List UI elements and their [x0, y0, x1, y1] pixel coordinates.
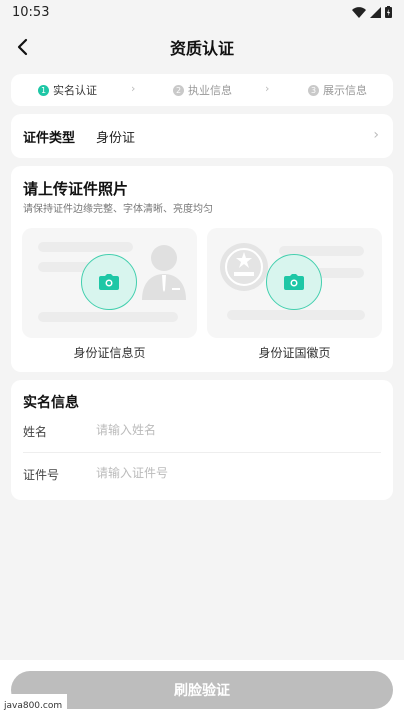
step-1-number: 1	[38, 84, 49, 96]
step-arrow-icon: ›	[131, 82, 136, 95]
step-3-label: 展示信息	[323, 84, 367, 97]
divider	[23, 452, 381, 453]
signal-icon	[370, 6, 381, 18]
id-front-upload[interactable]	[22, 228, 197, 338]
camera-icon	[99, 274, 119, 290]
upload-card: 请上传证件照片 请保持证件边缘完整、字体清晰、亮度均匀 身份证信息页 身份证国徽…	[11, 166, 393, 372]
doc-type-value: 身份证	[96, 130, 136, 146]
camera-button-back[interactable]	[266, 254, 322, 310]
step-3-number: 3	[308, 84, 319, 96]
person-silhouette-icon	[142, 245, 186, 300]
step-indicator: 1 实名认证 › 2 执业信息 › 3 展示信息	[11, 74, 393, 106]
status-icons	[352, 6, 392, 18]
step-2-number: 2	[173, 84, 184, 96]
step-2-label: 执业信息	[188, 84, 232, 97]
chevron-right-icon: ›	[373, 127, 379, 143]
name-input[interactable]	[96, 420, 376, 440]
step-3: 3 展示信息	[308, 82, 367, 98]
battery-icon	[385, 6, 392, 18]
id-back-upload[interactable]	[207, 228, 382, 338]
camera-icon	[284, 274, 304, 290]
status-time: 10:53	[12, 4, 50, 20]
watermark: java800.com	[0, 694, 67, 718]
chevron-left-icon	[17, 38, 28, 56]
id-front-caption: 身份证信息页	[73, 346, 146, 360]
step-2: 2 执业信息	[173, 82, 232, 98]
upload-title: 请上传证件照片	[23, 180, 129, 198]
step-1-label: 实名认证	[53, 84, 97, 97]
name-label: 姓名	[23, 425, 48, 439]
id-number-label: 证件号	[23, 468, 60, 482]
upload-hint: 请保持证件边缘完整、字体清晰、亮度均匀	[23, 204, 213, 215]
step-1: 1 实名认证	[38, 82, 97, 98]
step-arrow-icon: ›	[265, 82, 270, 95]
placeholder-bar	[38, 312, 178, 322]
wifi-icon	[352, 6, 366, 18]
id-back-caption: 身份证国徽页	[258, 346, 331, 360]
camera-button-front[interactable]	[81, 254, 137, 310]
national-emblem-icon	[220, 243, 268, 291]
id-number-input[interactable]	[96, 463, 376, 483]
placeholder-bar	[38, 242, 133, 252]
status-bar: 10:53	[0, 0, 404, 24]
doc-type-selector[interactable]: 证件类型 身份证 ›	[11, 114, 393, 158]
face-verify-button[interactable]: 刷脸验证	[11, 671, 393, 709]
page-title: 资质认证	[169, 39, 234, 58]
realname-title: 实名信息	[23, 395, 79, 411]
nav-bar: 资质认证	[0, 24, 404, 70]
back-button[interactable]	[8, 33, 36, 61]
doc-type-label: 证件类型	[23, 130, 76, 146]
realname-card: 实名信息 姓名 证件号	[11, 380, 393, 500]
placeholder-bar	[227, 310, 365, 320]
